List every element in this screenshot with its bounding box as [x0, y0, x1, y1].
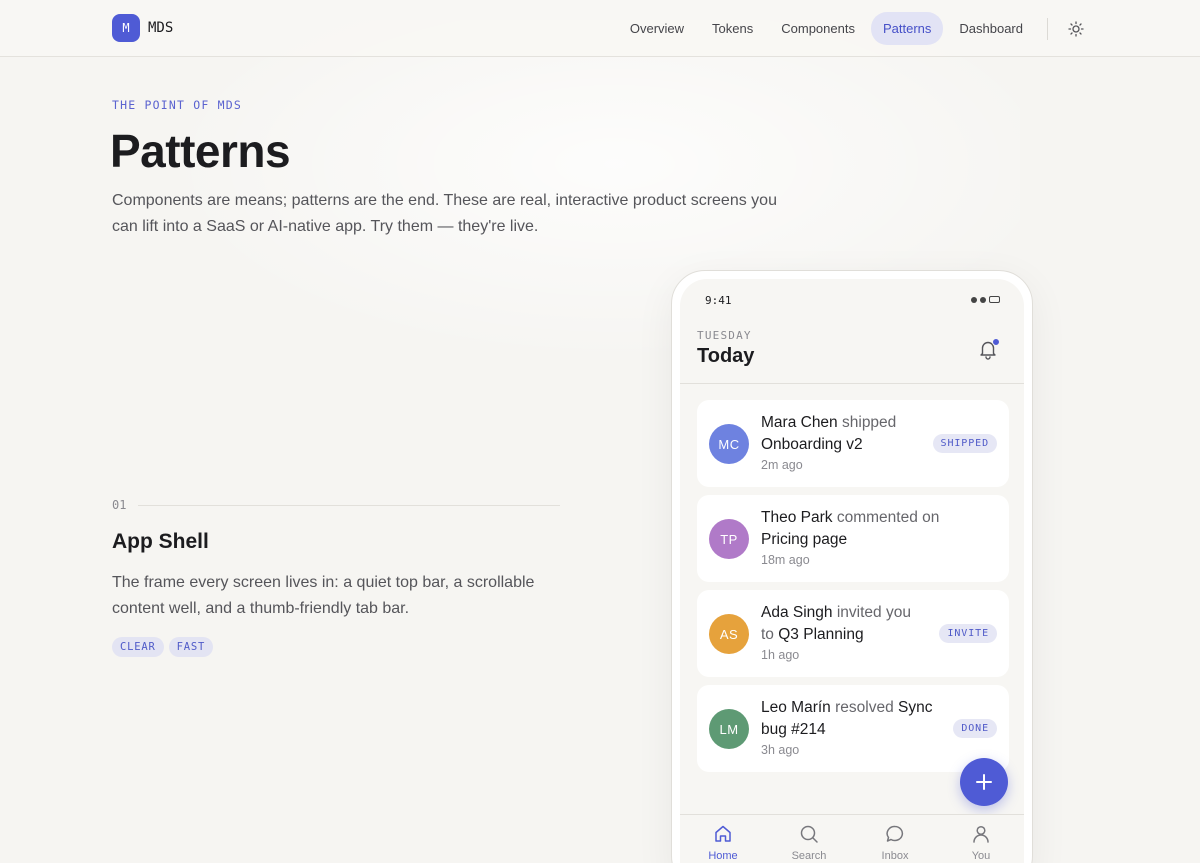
- avatar: MC: [709, 424, 749, 464]
- feed-object: Pricing page: [761, 531, 848, 548]
- chat-icon: [886, 825, 904, 842]
- feed-item-text: Leo Marín resolved Sync bug #214 3h ago: [761, 697, 941, 759]
- activity-feed: MC Mara Chen shipped Onboarding v2 2m ag…: [697, 400, 1009, 780]
- nav-dashboard[interactable]: Dashboard: [947, 12, 1035, 45]
- tab-label: Inbox: [881, 850, 909, 862]
- feed-actor: Ada Singh: [761, 604, 833, 621]
- plus-icon: [976, 774, 992, 790]
- status-badge: INVITE: [939, 624, 997, 643]
- feed-item-text: Mara Chen shipped Onboarding v2 2m ago: [761, 412, 931, 474]
- tab-search[interactable]: Search: [766, 815, 852, 863]
- tag-chip: CLEAR: [112, 637, 164, 657]
- avatar: TP: [709, 519, 749, 559]
- tab-label: You: [971, 850, 991, 862]
- nav-patterns[interactable]: Patterns: [870, 12, 944, 45]
- feed-item[interactable]: LM Leo Marín resolved Sync bug #214 3h a…: [697, 685, 1009, 772]
- tab-label: Search: [791, 850, 827, 862]
- tab-you[interactable]: You: [938, 815, 1024, 863]
- search-icon: [800, 825, 818, 843]
- feed-time: 18m ago: [761, 553, 810, 567]
- feed-time: 3h ago: [761, 743, 800, 757]
- brand-name: MDS: [148, 20, 174, 36]
- sun-icon: [1068, 20, 1084, 37]
- feed-verb: resolved: [835, 699, 894, 716]
- notifications-button[interactable]: [977, 338, 1000, 360]
- nav-divider: [1047, 17, 1048, 40]
- feed-actor: Leo Marín: [761, 699, 831, 716]
- status-icons: [971, 296, 1000, 303]
- brand-logo[interactable]: M MDS: [112, 14, 173, 42]
- home-icon: [715, 825, 731, 842]
- screen-heading: Today: [697, 345, 755, 367]
- section-tags: CLEAR FAST: [112, 637, 214, 657]
- signal-icon: [971, 296, 977, 303]
- feed-object: Onboarding v2: [761, 436, 863, 453]
- feed-verb: commented on: [836, 509, 940, 526]
- feed-actor: Mara Chen: [761, 414, 838, 431]
- feed-object: Q3 Planning: [778, 626, 864, 643]
- phone-screen: 9:41 TUESDAY Today MC Mara Chen shipped …: [680, 279, 1024, 863]
- top-nav: M MDS Overview Tokens Components Pattern…: [0, 0, 1200, 57]
- header-divider: [680, 383, 1024, 384]
- tab-home[interactable]: Home: [680, 815, 766, 863]
- battery-icon: [989, 296, 1000, 303]
- tab-inbox[interactable]: Inbox: [852, 815, 938, 863]
- nav-overview[interactable]: Overview: [618, 12, 696, 45]
- user-icon: [973, 825, 989, 843]
- hero-description: Components are means; patterns are the e…: [112, 192, 777, 235]
- hero-eyebrow: THE POINT OF MDS: [112, 98, 242, 112]
- nav-components[interactable]: Components: [769, 12, 867, 45]
- phone-mockup: 9:41 TUESDAY Today MC Mara Chen shipped …: [671, 270, 1033, 863]
- section-description: The frame every screen lives in: a quiet…: [112, 574, 535, 617]
- logo-mark: M: [112, 14, 140, 42]
- status-time: 9:41: [705, 294, 732, 307]
- feed-item[interactable]: MC Mara Chen shipped Onboarding v2 2m ag…: [697, 400, 1009, 487]
- section-title: App Shell: [112, 530, 209, 553]
- nav-tokens[interactable]: Tokens: [700, 12, 765, 45]
- notification-dot: [992, 338, 1000, 346]
- tag-chip: FAST: [168, 637, 214, 657]
- avatar: LM: [709, 709, 749, 749]
- section-divider: [138, 504, 560, 506]
- feed-actor: Theo Park: [761, 509, 833, 526]
- section-number: 01: [112, 498, 127, 512]
- section-number-row: 01: [112, 498, 560, 512]
- theme-toggle-button[interactable]: [1064, 17, 1088, 41]
- tab-bar: Home Search Inbox You: [680, 814, 1024, 863]
- tab-label: Home: [708, 850, 738, 862]
- day-label: TUESDAY: [697, 329, 752, 342]
- avatar: AS: [709, 614, 749, 654]
- feed-verb: shipped: [842, 414, 897, 431]
- feed-time: 1h ago: [761, 648, 800, 662]
- main-nav: Overview Tokens Components Patterns Dash…: [618, 12, 1088, 45]
- feed-time: 2m ago: [761, 458, 803, 472]
- feed-item[interactable]: AS Ada Singh invited you to Q3 Planning …: [697, 590, 1009, 677]
- feed-item[interactable]: TP Theo Park commented on Pricing page 1…: [697, 495, 1009, 582]
- add-button[interactable]: [960, 758, 1008, 806]
- status-badge: SHIPPED: [932, 434, 997, 453]
- page-title: Patterns: [110, 125, 291, 177]
- status-badge: DONE: [953, 719, 997, 738]
- wifi-icon: [980, 296, 986, 303]
- feed-item-text: Ada Singh invited you to Q3 Planning 1h …: [761, 602, 926, 664]
- feed-item-text: Theo Park commented on Pricing page 18m …: [761, 507, 961, 569]
